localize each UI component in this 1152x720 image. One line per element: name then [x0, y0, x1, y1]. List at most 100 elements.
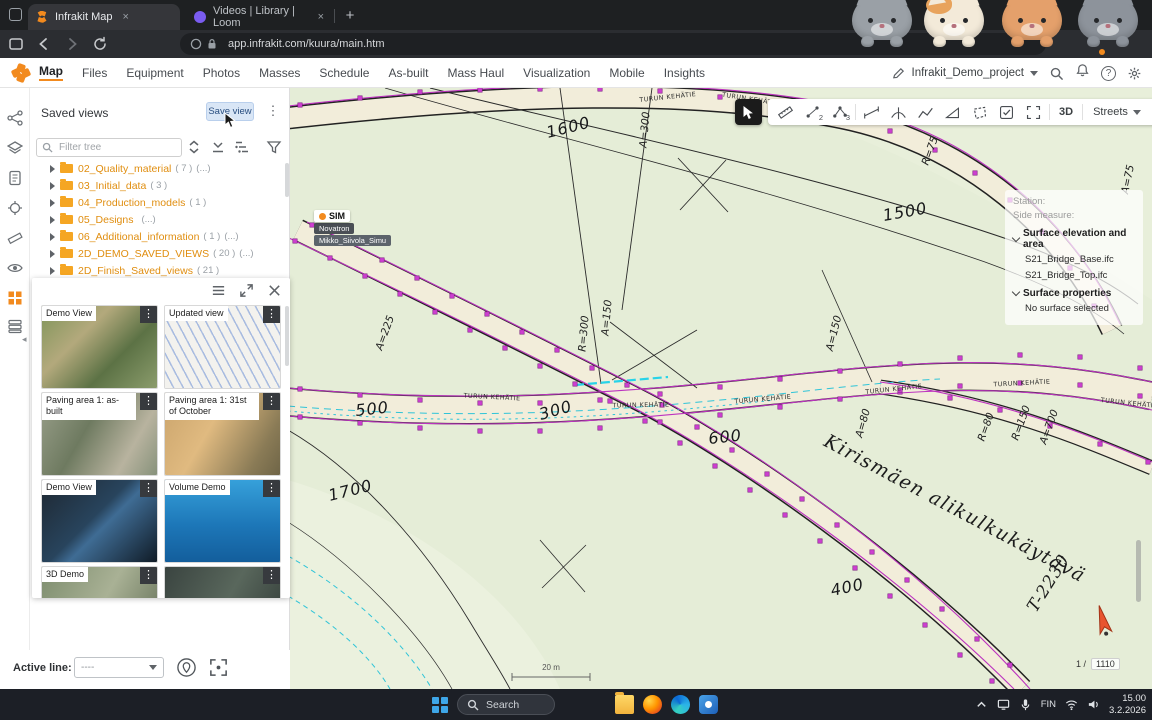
measure-points-3-tool[interactable]: 3 — [826, 100, 853, 124]
tree-item[interactable]: 2D_DEMO_SAVED_VIEWS( 20 )(...) — [36, 245, 284, 262]
tree-item[interactable]: 05_Designs(...) — [36, 211, 284, 228]
forward-icon[interactable] — [64, 36, 80, 52]
filter-tree-input[interactable] — [57, 141, 176, 154]
saved-view-card[interactable]: Demo View⋮ — [41, 305, 158, 389]
area-tool[interactable] — [966, 100, 993, 124]
caret-icon[interactable] — [50, 216, 55, 224]
tree-scrollbar[interactable] — [285, 163, 289, 197]
basemap-select[interactable]: Streets — [1085, 106, 1149, 118]
card-kebab-icon[interactable]: ⋮ — [263, 306, 280, 323]
project-selector[interactable]: Infrakit_Demo_project — [891, 66, 1039, 81]
surface-properties-section[interactable]: Surface properties — [1013, 288, 1135, 299]
surface-item[interactable]: S21_Bridge_Base.ifc — [1025, 254, 1135, 265]
nav-asbuilt[interactable]: As-built — [388, 66, 428, 80]
nav-masses[interactable]: Masses — [259, 66, 300, 80]
map-pagination[interactable]: 1 / 1110 — [1076, 658, 1120, 670]
saved-view-card[interactable]: ⋮ — [164, 566, 281, 598]
saved-view-card[interactable]: Paving area 1: as-built⋮ — [41, 392, 158, 476]
extent-tool[interactable] — [1020, 100, 1047, 124]
ruler-icon[interactable] — [7, 230, 23, 246]
share-icon[interactable] — [7, 110, 23, 126]
saved-view-card[interactable]: Volume Demo⋮ — [164, 479, 281, 563]
tab-close-icon[interactable]: × — [318, 11, 324, 23]
card-kebab-icon[interactable]: ⋮ — [263, 393, 280, 410]
nav-photos[interactable]: Photos — [203, 66, 240, 80]
ruler-tool-button[interactable] — [772, 100, 799, 124]
gear-icon[interactable] — [1127, 66, 1142, 81]
eye-icon[interactable] — [7, 260, 23, 276]
url-bar[interactable]: app.infrakit.com/kuura/main.htm — [180, 33, 1046, 55]
file-explorer-icon[interactable] — [615, 695, 634, 714]
active-line-select[interactable]: ---- — [74, 657, 164, 678]
taskbar-clock[interactable]: 15.00 3.2.2026 — [1109, 693, 1146, 717]
caret-icon[interactable] — [50, 233, 55, 241]
teams-app-icon[interactable] — [699, 695, 718, 714]
nav-mobile[interactable]: Mobile — [609, 66, 644, 80]
workspace-icon[interactable] — [8, 36, 24, 52]
edge-browser-icon[interactable] — [671, 695, 690, 714]
measure-line-tool[interactable] — [858, 100, 885, 124]
validate-tool[interactable] — [993, 100, 1020, 124]
search-icon[interactable] — [1049, 66, 1064, 81]
collapse-all-icon[interactable] — [210, 139, 226, 155]
language-indicator[interactable]: FIN — [1041, 699, 1056, 710]
lock-icon[interactable] — [206, 38, 218, 50]
volume-icon[interactable] — [1087, 698, 1100, 711]
saved-view-card[interactable]: Paving area 1: 31st of October⋮ — [164, 392, 281, 476]
3d-toggle-button[interactable]: 3D — [1052, 106, 1080, 118]
card-kebab-icon[interactable]: ⋮ — [140, 306, 157, 323]
saved-view-card[interactable]: 3D Demo⋮ — [41, 566, 158, 598]
caret-icon[interactable] — [50, 250, 55, 258]
card-kebab-icon[interactable]: ⋮ — [263, 567, 280, 584]
nav-masshaul[interactable]: Mass Haul — [447, 66, 504, 80]
saved-view-card[interactable]: Demo View⋮ — [41, 479, 158, 563]
expand-panel-icon[interactable] — [239, 283, 254, 298]
card-kebab-icon[interactable]: ⋮ — [140, 567, 157, 584]
tree-item[interactable]: 06_Additional_information( 1 )(...) — [36, 228, 284, 245]
nav-visualization[interactable]: Visualization — [523, 66, 590, 80]
tab-search-icon[interactable] — [9, 8, 22, 21]
cursor-tool-button[interactable] — [735, 99, 762, 125]
reload-icon[interactable] — [92, 36, 108, 52]
nav-schedule[interactable]: Schedule — [319, 66, 369, 80]
site-info-icon[interactable] — [190, 38, 202, 50]
slope-tool[interactable] — [939, 100, 966, 124]
layers-icon[interactable] — [7, 140, 23, 156]
saved-views-icon[interactable] — [7, 290, 23, 306]
tray-chevron-icon[interactable] — [975, 698, 988, 711]
cross-section-tool[interactable] — [885, 100, 912, 124]
saved-views-kebab-icon[interactable]: ⋮ — [266, 103, 280, 121]
saved-view-card[interactable]: Updated view⋮ — [164, 305, 281, 389]
wifi-icon[interactable] — [1065, 698, 1078, 711]
display-icon[interactable] — [997, 698, 1010, 711]
nav-insights[interactable]: Insights — [664, 66, 705, 80]
tree-item[interactable]: 03_Initial_data( 3 ) — [36, 177, 284, 194]
collapse-rail-icon[interactable]: ◂ — [22, 333, 30, 345]
taskbar-search[interactable]: Search — [457, 694, 555, 715]
zoom-extent-icon[interactable] — [208, 657, 229, 678]
card-kebab-icon[interactable]: ⋮ — [140, 393, 157, 410]
help-icon[interactable]: ? — [1101, 66, 1116, 81]
microphone-icon[interactable] — [1019, 698, 1032, 711]
tab-close-icon[interactable]: × — [122, 11, 128, 23]
locate-pin-icon[interactable] — [176, 657, 197, 678]
map-scrollbar[interactable] — [1136, 540, 1141, 602]
north-arrow[interactable] — [1088, 603, 1118, 639]
notifications-button[interactable] — [1075, 63, 1090, 83]
start-button[interactable] — [432, 697, 448, 713]
expand-all-icon[interactable] — [186, 139, 202, 155]
views-scrollbar[interactable] — [285, 306, 289, 366]
nav-equipment[interactable]: Equipment — [126, 66, 183, 80]
new-tab-button[interactable]: + — [340, 6, 360, 26]
tree-list-icon[interactable] — [234, 139, 250, 155]
caret-icon[interactable] — [50, 199, 55, 207]
card-kebab-icon[interactable]: ⋮ — [263, 480, 280, 497]
machine-marker[interactable]: SIM Novatron Mikko_Siivola_Simu — [314, 210, 391, 246]
firefox-icon[interactable] — [643, 695, 662, 714]
filter-funnel-icon[interactable] — [266, 139, 282, 155]
nav-map[interactable]: Map — [39, 64, 63, 81]
caret-icon[interactable] — [50, 165, 55, 173]
document-icon[interactable] — [7, 170, 23, 186]
tree-item[interactable]: 04_Production_models( 1 ) — [36, 194, 284, 211]
browser-tab-infrakit[interactable]: Infrakit Map × — [28, 4, 180, 30]
